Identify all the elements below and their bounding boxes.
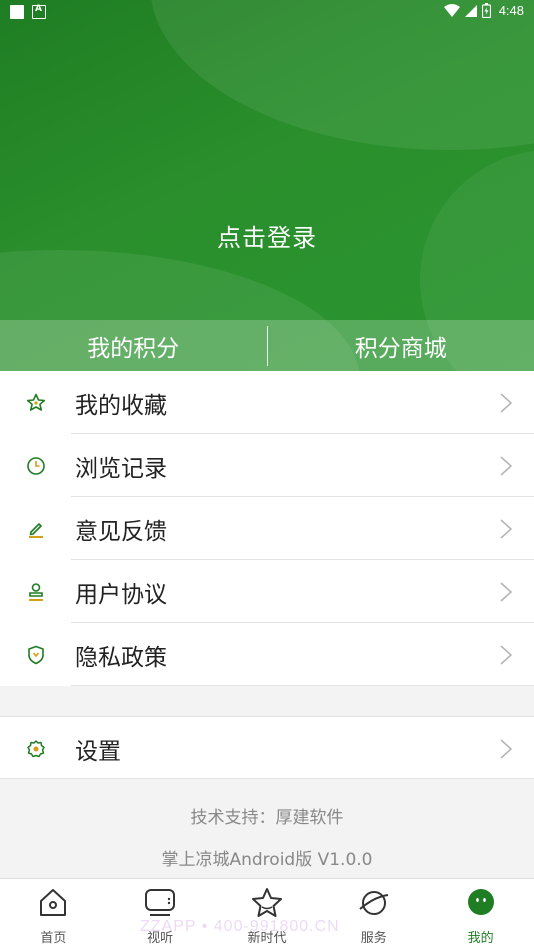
star-outline-icon xyxy=(251,888,282,917)
menu-item-label: 我的收藏 xyxy=(75,392,167,419)
tab-audio-video[interactable]: 视听 xyxy=(107,879,214,950)
points-bar: 我的积分 积分商城 xyxy=(0,320,534,371)
login-button[interactable]: 点击登录 xyxy=(0,218,534,253)
tab-label: 我的 xyxy=(467,931,494,946)
profile-menu: 我的收藏 浏览记录 意见反馈 用户协议 隐私政策 xyxy=(0,371,534,686)
avatar-icon xyxy=(467,889,494,915)
tech-support-text: 技术支持：厚建软件 xyxy=(190,808,344,828)
tab-label: 服务 xyxy=(360,931,387,946)
battery-icon xyxy=(481,3,491,18)
tv-icon xyxy=(145,889,176,916)
tab-mine[interactable]: 我的 xyxy=(427,879,534,950)
tab-label: 视听 xyxy=(147,931,174,946)
tab-services[interactable]: 服务 xyxy=(320,879,427,950)
app-version-text: 掌上凉城Android版 V1.0.0 xyxy=(161,850,373,870)
menu-item-history[interactable]: 浏览记录 xyxy=(0,434,534,497)
stamp-icon xyxy=(29,583,43,601)
home-icon xyxy=(40,889,67,916)
menu-item-label: 设置 xyxy=(75,738,121,765)
notification-icon xyxy=(10,5,24,19)
signal-icon xyxy=(464,4,477,17)
wifi-icon xyxy=(443,3,460,17)
chevron-right-icon xyxy=(500,519,513,539)
tab-home[interactable]: 首页 xyxy=(0,879,107,950)
menu-item-label: 意见反馈 xyxy=(75,518,167,545)
tab-new-era[interactable]: 新时代 xyxy=(214,879,321,950)
my-points-button[interactable]: 我的积分 xyxy=(0,329,267,363)
shield-icon xyxy=(28,645,44,665)
menu-item-label: 隐私政策 xyxy=(75,644,167,671)
chevron-right-icon xyxy=(500,393,513,413)
settings-section: 设置 xyxy=(0,716,534,779)
profile-header: 4:48 点击登录 我的积分 积分商城 xyxy=(0,0,534,371)
tab-label: 首页 xyxy=(40,931,67,946)
star-icon xyxy=(26,393,46,411)
menu-item-label: 用户协议 xyxy=(75,581,167,608)
app-notification-icon xyxy=(32,4,46,19)
menu-item-label: 浏览记录 xyxy=(75,455,167,482)
menu-item-privacy-policy[interactable]: 隐私政策 xyxy=(0,623,534,686)
bottom-tab-bar: 首页 视听 新时代 服务 我的 xyxy=(0,878,534,950)
chevron-right-icon xyxy=(500,645,513,665)
clock-icon xyxy=(27,457,45,475)
menu-item-feedback[interactable]: 意见反馈 xyxy=(0,497,534,560)
menu-item-favorites[interactable]: 我的收藏 xyxy=(0,371,534,434)
planet-icon xyxy=(359,891,388,915)
menu-item-user-agreement[interactable]: 用户协议 xyxy=(0,560,534,623)
tab-label: 新时代 xyxy=(247,931,287,946)
status-time: 4:48 xyxy=(498,3,524,18)
gear-icon xyxy=(27,740,45,758)
points-mall-button[interactable]: 积分商城 xyxy=(268,329,534,363)
status-bar: 4:48 xyxy=(0,0,534,24)
chevron-right-icon xyxy=(500,582,513,602)
menu-item-settings[interactable]: 设置 xyxy=(0,717,534,780)
edit-icon xyxy=(29,523,43,538)
chevron-right-icon xyxy=(500,456,513,476)
chevron-right-icon xyxy=(500,739,513,759)
